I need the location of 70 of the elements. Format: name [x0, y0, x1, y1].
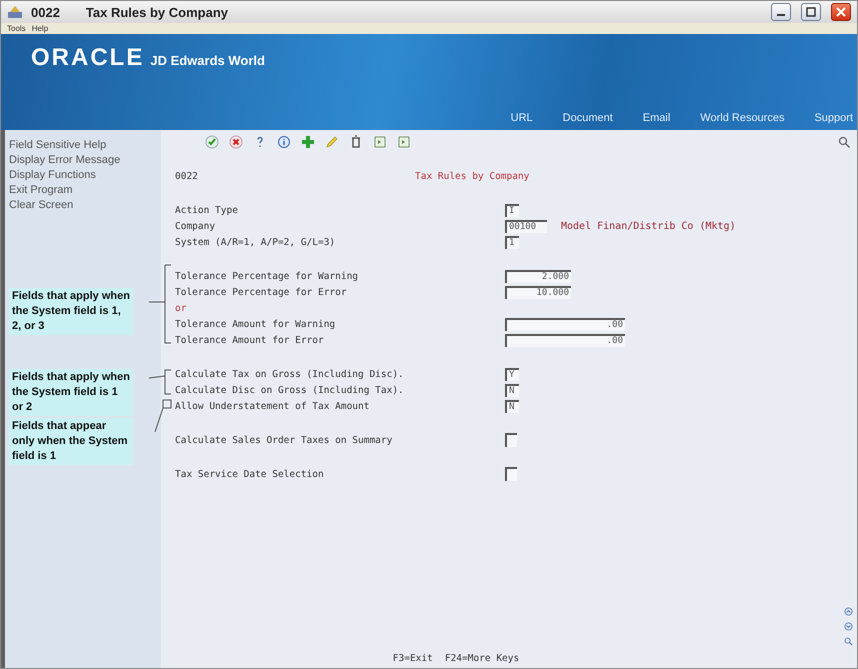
note-text: or [175, 302, 188, 314]
window-code: 0022 [31, 4, 60, 20]
trash-icon[interactable] [349, 135, 363, 149]
banner-link[interactable]: Support [814, 112, 853, 124]
callout-note: Fields that appear only when the System field is 1 [9, 418, 133, 465]
sidebar-item[interactable]: Display Error Message [9, 153, 161, 168]
close-button[interactable] [831, 3, 851, 21]
cancel-icon[interactable] [229, 135, 243, 149]
minimize-icon [777, 14, 785, 16]
input-field[interactable]: .00 [505, 334, 625, 346]
field-label: Calculate Tax on Gross (Including Disc). [175, 368, 405, 380]
field-label: Tolerance Percentage for Warning [175, 270, 360, 282]
checkbox[interactable] [505, 433, 517, 447]
input-field[interactable]: 2.000 [505, 270, 571, 282]
close-icon [836, 7, 846, 17]
field-label: Company [175, 220, 216, 232]
maximize-icon [806, 7, 816, 17]
maximize-button[interactable] [801, 3, 821, 21]
banner-link[interactable]: Document [562, 112, 613, 124]
sidebar-item[interactable]: Exit Program [9, 183, 161, 198]
banner-link[interactable]: Email [642, 112, 670, 124]
field-label: Tolerance Amount for Warning [175, 318, 336, 330]
sidebar-item[interactable]: Field Sensitive Help [9, 138, 161, 153]
document-icon[interactable] [373, 135, 387, 149]
input-field[interactable]: N [505, 384, 519, 396]
leader-line [154, 400, 172, 432]
input-field[interactable]: .00 [505, 318, 625, 330]
field-label: Tolerance Amount for Error [175, 334, 325, 346]
input-field[interactable]: N [505, 400, 519, 412]
field-label: Calculate Sales Order Taxes on Summary [175, 434, 394, 446]
input-field[interactable]: Y [505, 368, 519, 380]
function-key[interactable]: F3=Exit [392, 652, 433, 664]
leader-line [148, 370, 172, 394]
callout-note: Fields that apply when the System field is 1 or 2 [9, 369, 133, 416]
search-icon[interactable] [844, 637, 853, 646]
field-label: Tolerance Percentage for Error [175, 286, 348, 298]
brand-logo: ORACLE [31, 44, 144, 72]
input-field[interactable]: 1 [505, 236, 519, 248]
input-field[interactable]: I [505, 204, 519, 216]
field-label: Calculate Disc on Gross (Including Tax). [175, 384, 405, 396]
info-icon[interactable] [277, 135, 291, 149]
banner-link[interactable]: URL [510, 112, 533, 124]
search-icon[interactable] [837, 135, 851, 149]
input-field[interactable]: 00100 [505, 220, 547, 232]
scroll-down-icon[interactable] [844, 622, 853, 631]
field-label: Action Type [175, 204, 239, 216]
scroll-up-icon[interactable] [844, 607, 853, 616]
field-label: System (A/R=1, A/P=2, G/L=3) [175, 236, 336, 248]
program-number: 0022 [175, 170, 199, 182]
add-icon[interactable] [301, 135, 315, 149]
menu-item[interactable]: Help [32, 24, 48, 33]
form-heading: Tax Rules by Company [415, 170, 530, 182]
minimize-button[interactable] [771, 3, 791, 21]
checkbox[interactable] [505, 467, 517, 481]
pencil-icon[interactable] [325, 135, 339, 149]
window-title: Tax Rules by Company [86, 4, 228, 20]
sidebar-item[interactable]: Clear Screen [9, 198, 161, 213]
banner-link[interactable]: World Resources [700, 112, 784, 124]
document-icon[interactable] [397, 135, 411, 149]
field-label: Allow Understatement of Tax Amount [175, 400, 370, 412]
input-field[interactable]: 10.000 [505, 286, 571, 298]
menu-item[interactable]: Tools [7, 24, 26, 33]
callout-note: Fields that apply when the System field is 1, 2, or 3 [9, 288, 133, 335]
sidebar-item[interactable]: Display Functions [9, 168, 161, 183]
function-key[interactable]: F24=More Keys [444, 652, 520, 664]
check-icon[interactable] [205, 135, 219, 149]
company-description: Model Finan/Distrib Co (Mktg) [561, 220, 736, 232]
field-label: Tax Service Date Selection [175, 468, 325, 480]
app-icon [7, 5, 23, 19]
product-name: JD Edwards World [150, 53, 265, 68]
